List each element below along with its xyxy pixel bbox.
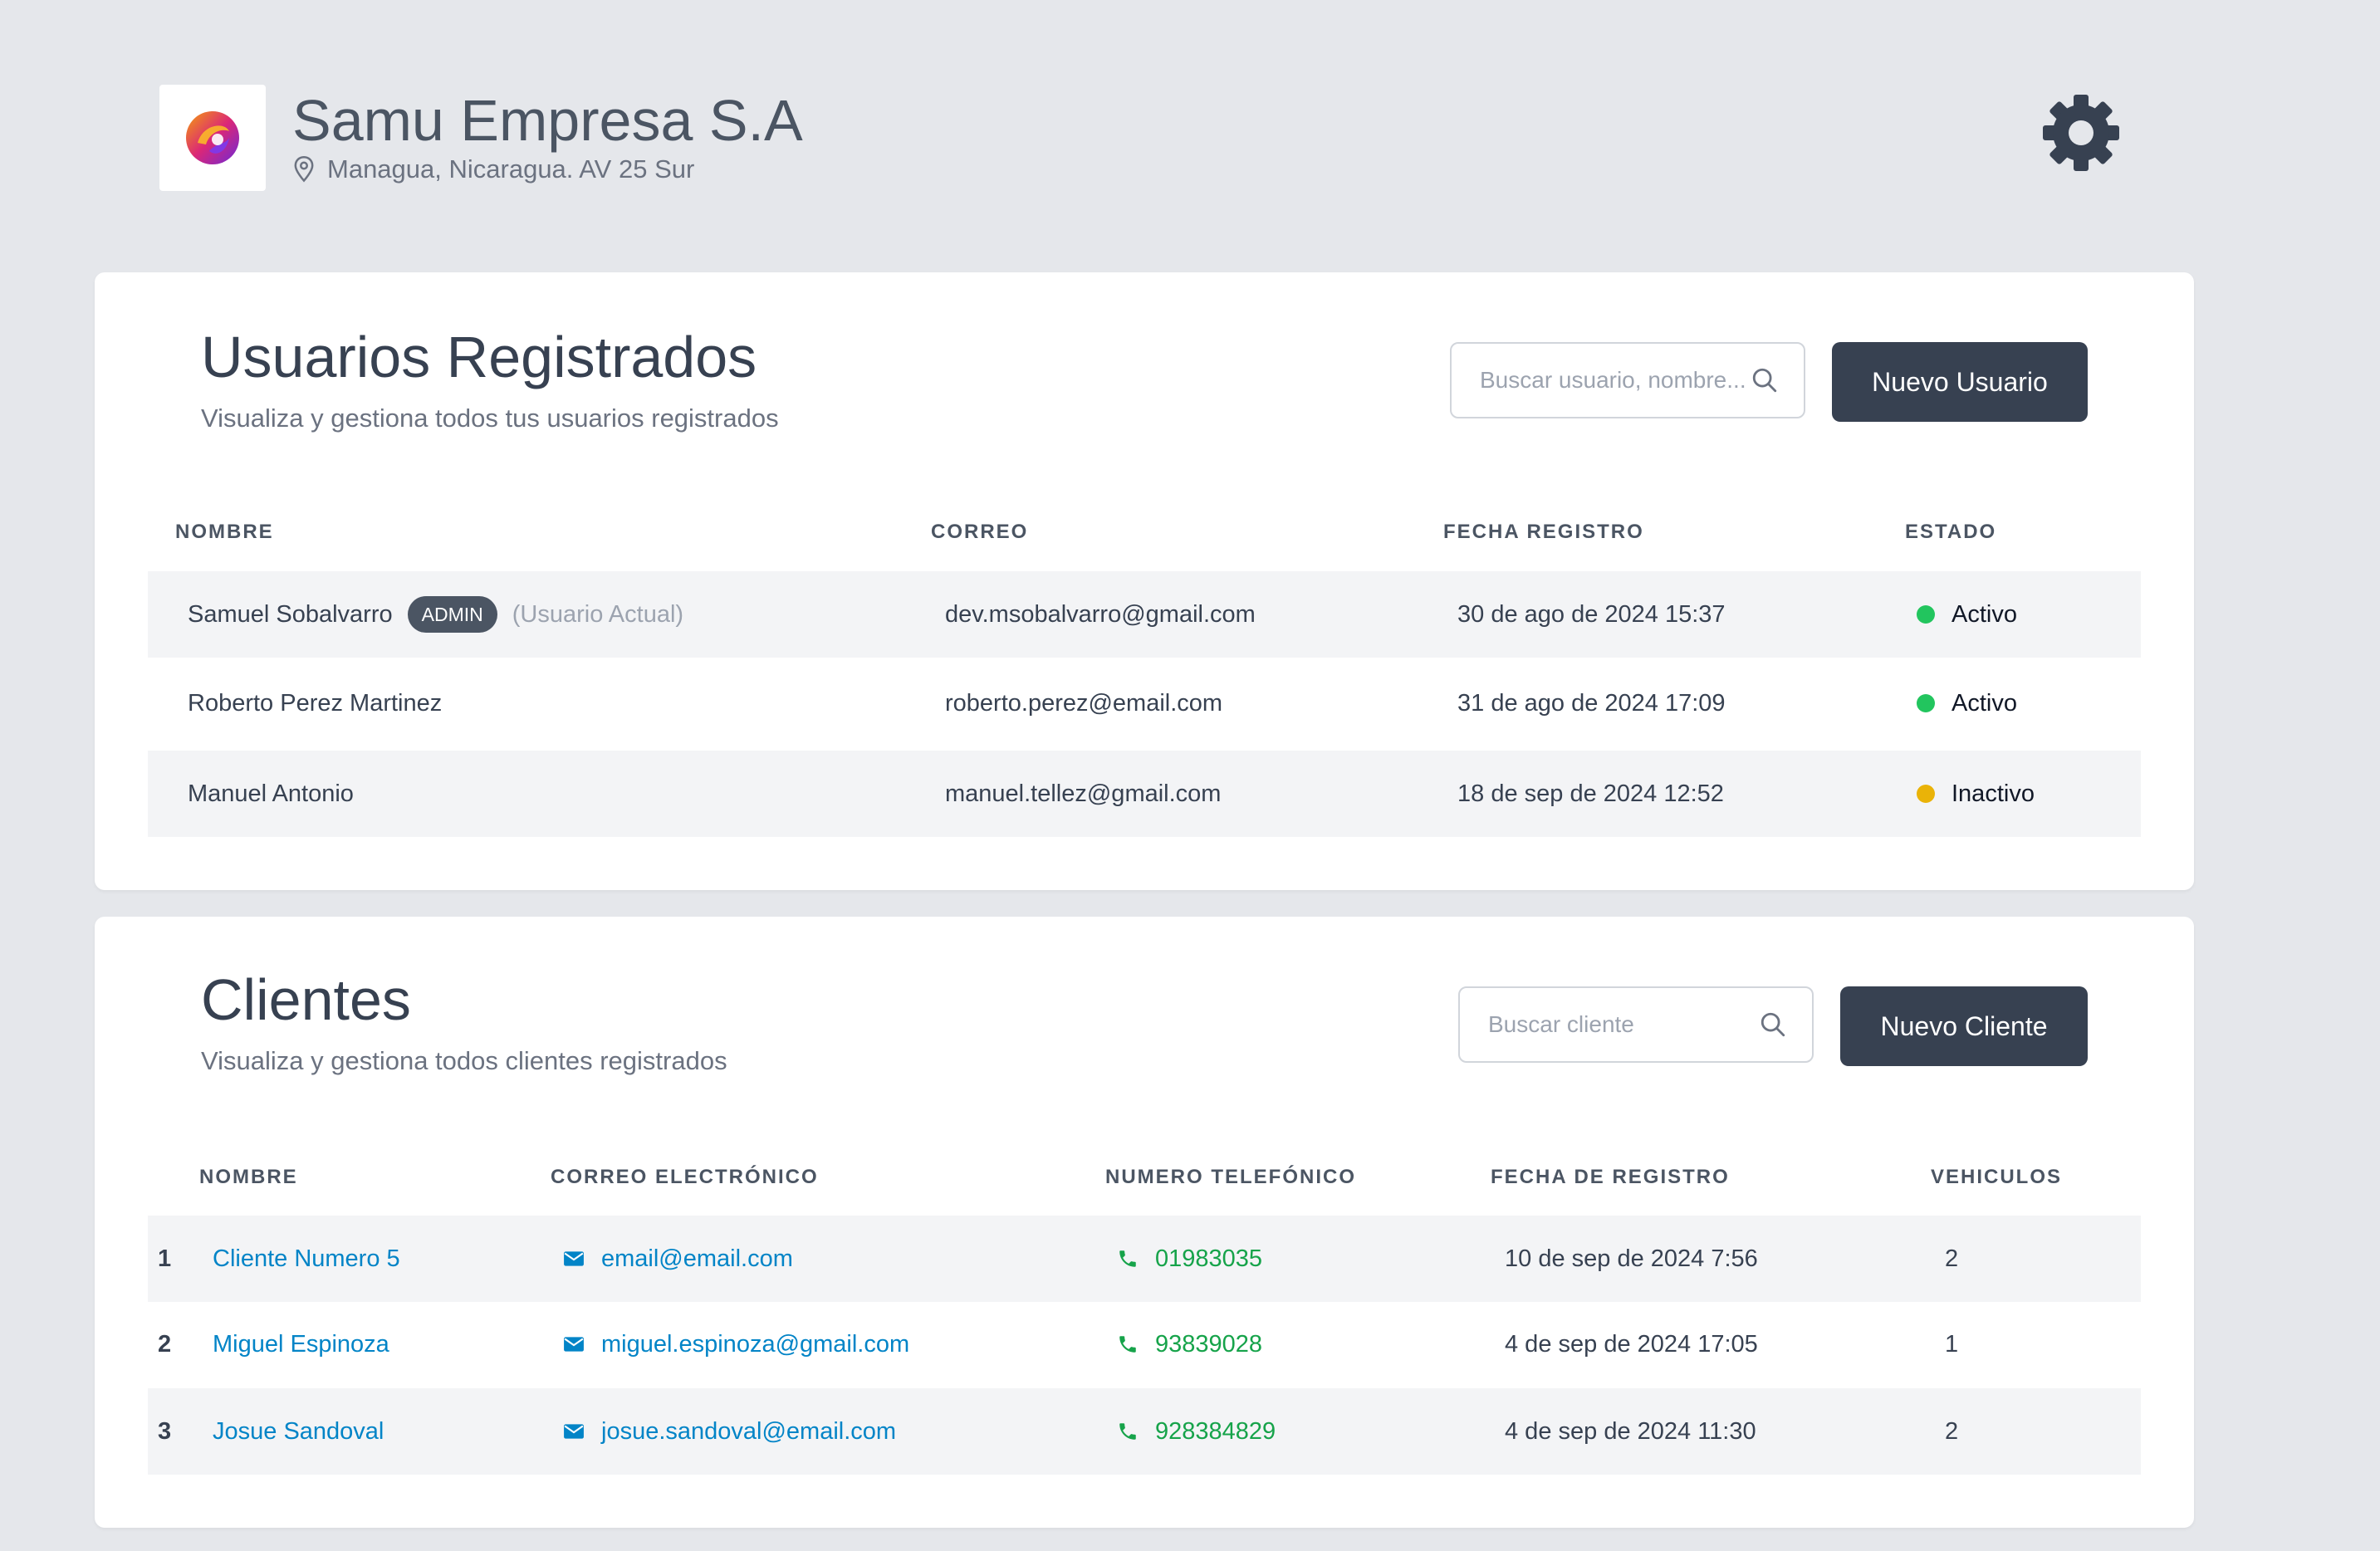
search-icon[interactable] [1759, 1010, 1787, 1039]
client-date: 4 de sep de 2024 17:05 [1505, 1330, 1758, 1358]
col-correo-electronico: CORREO ELECTRÓNICO [551, 1166, 819, 1188]
client-name-link[interactable]: Josue Sandoval [213, 1388, 384, 1475]
status-badge: Inactivo [1917, 751, 2035, 837]
company-logo [159, 85, 266, 191]
client-phone-link[interactable]: 01983035 [1117, 1216, 1262, 1302]
client-date: 4 de sep de 2024 11:30 [1505, 1417, 1756, 1445]
mail-icon [564, 1251, 584, 1266]
users-search-input[interactable] [1478, 366, 1751, 394]
client-name-link[interactable]: Cliente Numero 5 [213, 1216, 400, 1302]
company-location: Managua, Nicaragua. AV 25 Sur [292, 154, 694, 184]
status-badge: Activo [1917, 571, 2017, 658]
col-vehiculos: VEHICULOS [1931, 1166, 2063, 1188]
client-email-link[interactable]: josue.sandoval@email.com [563, 1388, 896, 1475]
company-location-text: Managua, Nicaragua. AV 25 Sur [327, 154, 695, 183]
client-phone-link[interactable]: 928384829 [1117, 1388, 1276, 1475]
user-date: 18 de sep de 2024 12:52 [1457, 780, 1724, 807]
client-email-link[interactable]: email@email.com [563, 1216, 793, 1302]
company-name: Samu Empresa S.A [292, 88, 803, 153]
new-user-button[interactable]: Nuevo Usuario [1832, 342, 2088, 422]
status-badge: Activo [1917, 660, 2017, 746]
company-header: Samu Empresa S.A Managua, Nicaragua. AV … [159, 85, 2119, 193]
clients-search[interactable] [1458, 986, 1814, 1063]
clients-card: Clientes Visualiza y gestiona todos clie… [95, 917, 2194, 1528]
location-pin-icon [294, 156, 314, 183]
status-dot-icon [1917, 785, 1935, 803]
client-phone: 01983035 [1155, 1245, 1263, 1272]
client-vehicles: 1 [1945, 1330, 1959, 1358]
user-date: 31 de ago de 2024 17:09 [1457, 689, 1726, 717]
client-vehicles: 2 [1945, 1417, 1959, 1445]
clients-title: Clientes [201, 967, 411, 1032]
table-row[interactable]: Samuel Sobalvarro ADMIN (Usuario Actual)… [148, 571, 2141, 658]
search-icon[interactable] [1751, 366, 1779, 394]
table-row[interactable]: 2 Miguel Espinoza miguel.espinoza@gmail.… [148, 1301, 2141, 1387]
row-number: 3 [158, 1417, 172, 1445]
client-vehicles: 2 [1945, 1245, 1959, 1272]
user-email: manuel.tellez@gmail.com [945, 780, 1222, 807]
col-fecha-de-registro: FECHA DE REGISTRO [1491, 1166, 1730, 1188]
clients-subtitle: Visualiza y gestiona todos clientes regi… [201, 1046, 727, 1075]
user-name: Samuel Sobalvarro [188, 600, 393, 628]
table-row[interactable]: Roberto Perez Martinez roberto.perez@ema… [148, 660, 2141, 746]
status-dot-icon [1917, 605, 1935, 624]
client-phone-link[interactable]: 93839028 [1117, 1301, 1262, 1387]
current-user-note: (Usuario Actual) [512, 600, 684, 628]
table-row[interactable]: 3 Josue Sandoval josue.sandoval@email.co… [148, 1388, 2141, 1475]
users-subtitle: Visualiza y gestiona todos tus usuarios … [201, 404, 779, 433]
user-email: dev.msobalvarro@gmail.com [945, 600, 1256, 628]
col-correo: CORREO [931, 521, 1029, 543]
client-email: miguel.espinoza@gmail.com [601, 1330, 910, 1358]
col-fecha-registro: FECHA REGISTRO [1443, 521, 1644, 543]
clients-search-input[interactable] [1486, 1010, 1759, 1039]
col-nombre: NOMBRE [199, 1166, 298, 1188]
gear-icon [2043, 95, 2119, 171]
client-email: email@email.com [601, 1245, 793, 1272]
row-number: 1 [158, 1245, 172, 1272]
user-email: roberto.perez@email.com [945, 689, 1223, 717]
client-phone: 93839028 [1155, 1330, 1263, 1358]
user-date: 30 de ago de 2024 15:37 [1457, 600, 1726, 628]
client-name-link[interactable]: Miguel Espinoza [213, 1301, 389, 1387]
user-name: Roberto Perez Martinez [188, 689, 443, 717]
logo-icon [186, 111, 239, 164]
new-client-button[interactable]: Nuevo Cliente [1840, 986, 2088, 1066]
col-numero-telefonico: NUMERO TELEFÓNICO [1105, 1166, 1356, 1188]
client-date: 10 de sep de 2024 7:56 [1505, 1245, 1758, 1272]
client-email-link[interactable]: miguel.espinoza@gmail.com [563, 1301, 909, 1387]
row-number: 2 [158, 1330, 172, 1358]
client-phone: 928384829 [1155, 1417, 1276, 1445]
phone-icon [1119, 1423, 1136, 1440]
phone-icon [1119, 1250, 1136, 1267]
user-name: Manuel Antonio [188, 780, 354, 807]
mail-icon [564, 1337, 584, 1352]
users-card: Usuarios Registrados Visualiza y gestion… [95, 272, 2194, 890]
phone-icon [1119, 1336, 1136, 1353]
col-estado: ESTADO [1905, 521, 1997, 543]
admin-badge: ADMIN [407, 596, 497, 633]
users-search[interactable] [1450, 342, 1805, 418]
client-email: josue.sandoval@email.com [601, 1417, 897, 1445]
status-label: Inactivo [1952, 780, 2035, 807]
users-title: Usuarios Registrados [201, 325, 757, 389]
settings-button[interactable] [2040, 91, 2123, 174]
col-nombre: NOMBRE [175, 521, 274, 543]
status-label: Activo [1952, 689, 2017, 717]
status-label: Activo [1952, 600, 2017, 628]
mail-icon [564, 1424, 584, 1439]
status-dot-icon [1917, 694, 1935, 712]
table-row[interactable]: Manuel Antonio manuel.tellez@gmail.com 1… [148, 751, 2141, 837]
table-row[interactable]: 1 Cliente Numero 5 email@email.com 01983… [148, 1216, 2141, 1302]
